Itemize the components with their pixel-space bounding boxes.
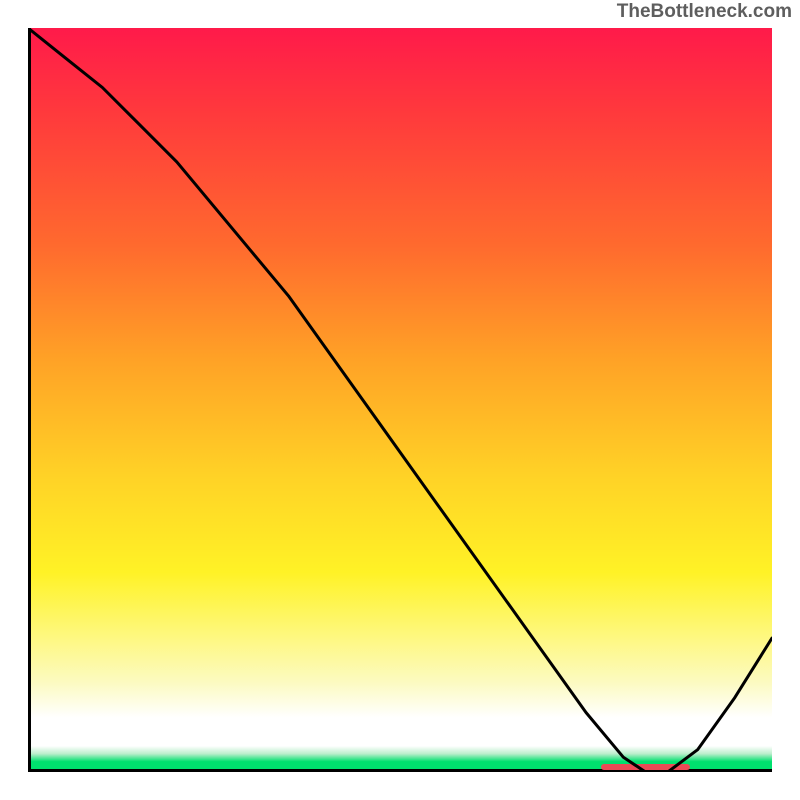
attribution-text: TheBottleneck.com [617, 1, 792, 23]
chart-curve [28, 28, 772, 772]
chart-area [28, 28, 772, 772]
